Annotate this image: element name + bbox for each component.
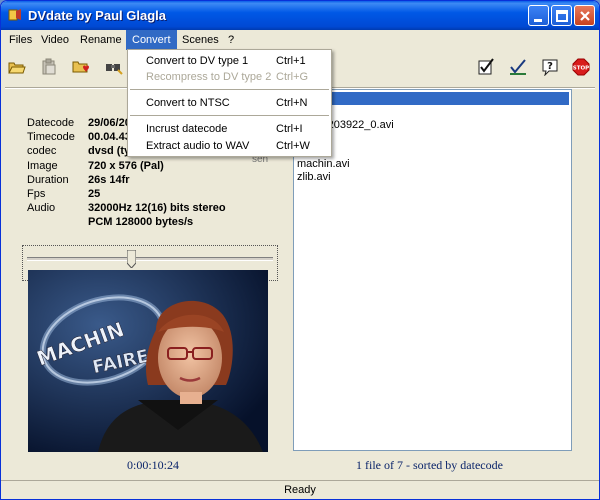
info-label: Timecode xyxy=(27,131,75,143)
info-value: 26s 14fr xyxy=(88,174,130,186)
menu-item-label: Recompress to DV type 2 xyxy=(146,71,272,83)
menu-item-label: Convert to NTSC xyxy=(146,97,230,109)
list-item[interactable]: n.avi xyxy=(296,145,569,158)
list-item[interactable]: 0405_203922_0.avi xyxy=(296,119,569,132)
title-bar[interactable]: DVdate by Paul Glagla xyxy=(1,1,599,30)
file-list[interactable]: che.avi avi 0405_203922_0.avi vi n.avi m… xyxy=(293,89,572,451)
slider-track xyxy=(27,257,273,261)
info-label: Fps xyxy=(27,188,46,200)
maximize-button[interactable] xyxy=(551,5,572,26)
info-label: codec xyxy=(27,145,57,157)
menu-item-shortcut: Ctrl+1 xyxy=(276,55,306,67)
info-label: Audio xyxy=(27,202,56,214)
stop-icon[interactable]: STOP xyxy=(569,56,593,78)
info-value: 25 xyxy=(88,188,101,200)
info-value: 00.04.43 xyxy=(88,131,131,143)
menu-item-label: Extract audio to WAV xyxy=(146,140,250,152)
menu-separator xyxy=(130,89,329,90)
open-folder-icon[interactable] xyxy=(5,56,29,78)
list-item[interactable]: che.avi xyxy=(296,92,569,105)
slider-thumb[interactable] xyxy=(126,249,137,269)
status-bar: Ready xyxy=(1,480,599,499)
info-row: Image 720 x 576 (Pal) xyxy=(27,160,297,173)
menu-item-shortcut: Ctrl+W xyxy=(276,140,310,152)
file-count-summary: 1 file of 7 - sorted by datecode xyxy=(356,458,503,472)
menu-item-convert-dv1[interactable]: Convert to DV type 1 Ctrl+1 xyxy=(129,53,330,69)
info-row: PCM 128000 bytes/s xyxy=(27,216,297,229)
minimize-button[interactable] xyxy=(528,5,549,26)
menu-item-shortcut: Ctrl+I xyxy=(276,123,303,135)
search-files-icon[interactable] xyxy=(102,56,126,78)
status-text: Ready xyxy=(284,484,316,496)
menu-separator xyxy=(130,115,329,116)
menu-video[interactable]: Video xyxy=(35,30,75,50)
help-icon[interactable]: ? xyxy=(538,56,562,78)
info-label: Datecode xyxy=(27,117,75,129)
list-item[interactable]: avi xyxy=(296,105,569,118)
playback-timecode: 0:00:10:24 xyxy=(127,458,180,472)
info-row: Audio 32000Hz 12(16) bits stereo xyxy=(27,202,297,215)
menu-files[interactable]: Files xyxy=(3,30,38,50)
menu-item-extract-audio[interactable]: Extract audio to WAV Ctrl+W xyxy=(129,138,330,154)
info-row: Duration 26s 14fr xyxy=(27,174,297,187)
info-value: dvsd (ty xyxy=(88,145,131,157)
menu-bar: Files Video Rename Convert Scenes ? xyxy=(1,30,599,50)
convert-menu-dropdown: Convert to DV type 1 Ctrl+1 Recompress t… xyxy=(127,49,332,157)
list-item[interactable]: machin.avi xyxy=(296,158,569,171)
menu-convert[interactable]: Convert xyxy=(126,30,177,50)
menu-item-label: Incrust datecode xyxy=(146,123,228,135)
menu-rename[interactable]: Rename xyxy=(74,30,128,50)
menu-item-incrust-datecode[interactable]: Incrust datecode Ctrl+I xyxy=(129,121,330,137)
info-value: 29/06/20 xyxy=(88,117,131,129)
close-button[interactable] xyxy=(574,5,595,26)
list-item[interactable]: zlib.avi xyxy=(296,171,569,184)
menu-item-recompress-dv2: Recompress to DV type 2 Ctrl+G xyxy=(129,69,330,85)
paste-icon[interactable] xyxy=(37,56,61,78)
list-item[interactable]: vi xyxy=(296,132,569,145)
edit-check-icon[interactable] xyxy=(506,56,530,78)
favorite-folder-icon[interactable] xyxy=(69,56,93,78)
info-value: PCM 128000 bytes/s xyxy=(88,216,194,228)
menu-item-shortcut: Ctrl+N xyxy=(276,97,308,109)
info-value: 32000Hz 12(16) bits stereo xyxy=(88,202,226,214)
app-window: DVdate by Paul Glagla Files Video Rename… xyxy=(0,0,600,500)
svg-text:STOP: STOP xyxy=(573,66,589,72)
menu-help[interactable]: ? xyxy=(222,30,240,50)
info-value: 720 x 576 (Pal) xyxy=(88,160,164,172)
video-preview: MACHIN FAIRE xyxy=(28,270,268,452)
app-icon xyxy=(7,7,23,23)
checklist-icon[interactable] xyxy=(474,56,498,78)
info-label: Duration xyxy=(27,174,69,186)
menu-item-convert-ntsc[interactable]: Convert to NTSC Ctrl+N xyxy=(129,95,330,111)
menu-item-shortcut: Ctrl+G xyxy=(276,71,309,83)
svg-text:?: ? xyxy=(547,61,553,72)
menu-scenes[interactable]: Scenes xyxy=(176,30,225,50)
window-title: DVdate by Paul Glagla xyxy=(28,8,166,23)
info-row: Fps 25 xyxy=(27,188,297,201)
info-label: Image xyxy=(27,160,58,172)
menu-item-label: Convert to DV type 1 xyxy=(146,55,249,67)
